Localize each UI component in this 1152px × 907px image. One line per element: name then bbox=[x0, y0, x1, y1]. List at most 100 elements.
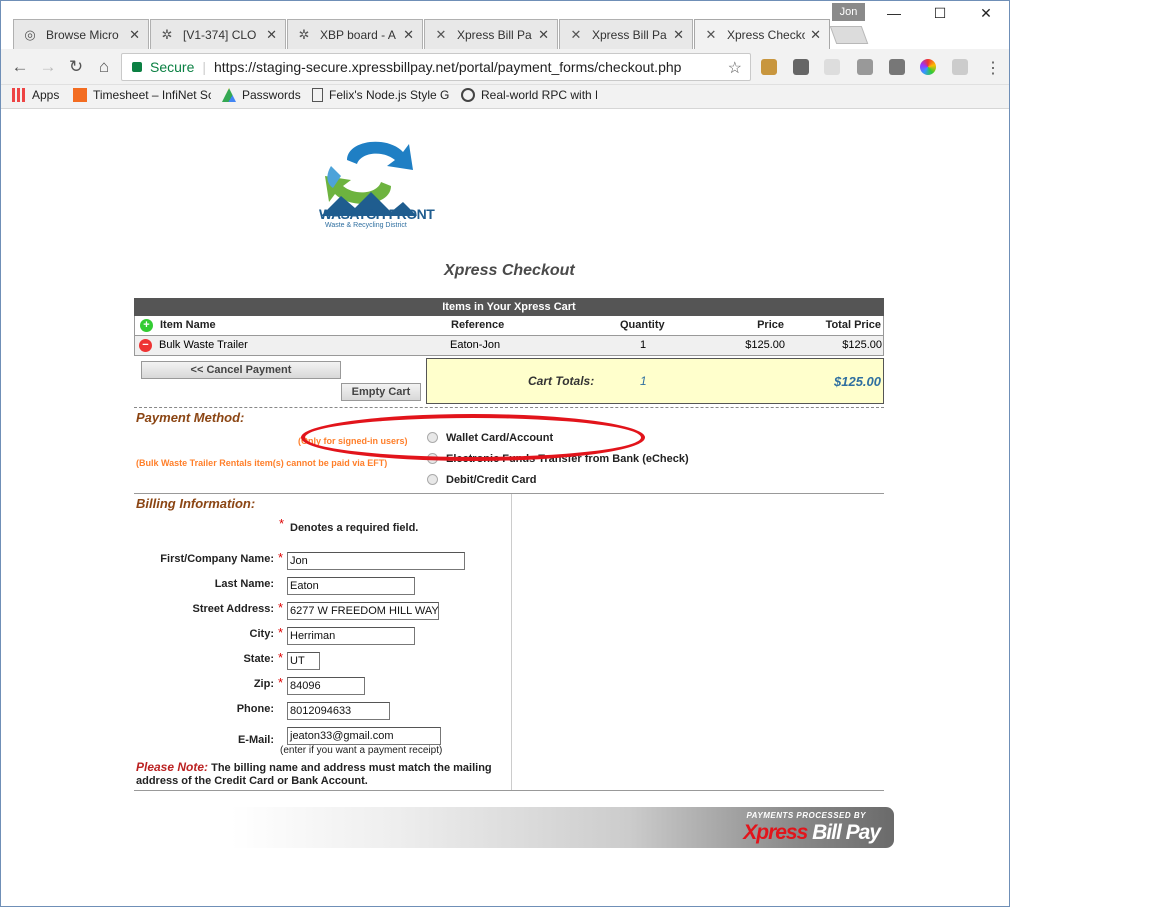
bookmark-rpc[interactable]: Real-world RPC with F bbox=[461, 88, 597, 102]
tab-xbp-1[interactable]: ✕ Xpress Bill Pa ✕ bbox=[424, 19, 558, 49]
color-picker-icon[interactable] bbox=[920, 59, 936, 75]
new-tab-button[interactable] bbox=[829, 26, 869, 44]
xbp-icon: ✕ bbox=[435, 26, 447, 42]
add-item-icon[interactable]: + bbox=[140, 319, 153, 332]
close-icon[interactable]: ✕ bbox=[129, 27, 140, 43]
email-field[interactable]: jeaton33@gmail.com bbox=[287, 727, 441, 745]
bookmark-label: Real-world RPC with F bbox=[481, 88, 597, 102]
extension-icon[interactable] bbox=[952, 59, 968, 75]
page-content: WASATCH FRONT Waste & Recycling District… bbox=[1, 110, 1009, 906]
close-icon[interactable]: ✕ bbox=[810, 27, 821, 43]
eft-note: (Bulk Waste Trailer Rentals item(s) cann… bbox=[136, 458, 388, 468]
minimize-icon[interactable]: — bbox=[871, 5, 917, 21]
apps-grid-icon bbox=[12, 88, 26, 102]
cart-table: Items in Your Xpress Cart + Item Name Re… bbox=[134, 298, 884, 356]
tab-xpress-checkout[interactable]: ✕ Xpress Checko ✕ bbox=[694, 19, 830, 49]
reader-icon[interactable] bbox=[824, 59, 840, 75]
col-item-name: Item Name bbox=[160, 319, 216, 331]
angular-icon[interactable] bbox=[793, 59, 809, 75]
address-bar[interactable]: Secure | https://staging-secure.xpressbi… bbox=[121, 53, 751, 81]
tab-jira-v1[interactable]: ✲ [V1-374] CLO ✕ bbox=[150, 19, 286, 49]
cancel-payment-button[interactable]: << Cancel Payment bbox=[141, 361, 341, 379]
billing-heading: Billing Information: bbox=[136, 496, 256, 511]
tab-label: XBP board - A bbox=[320, 27, 396, 42]
back-icon[interactable]: ← bbox=[9, 56, 31, 78]
reload-icon[interactable]: ↻ bbox=[65, 56, 87, 78]
extension-icon[interactable] bbox=[857, 59, 873, 75]
close-window-icon[interactable]: ✕ bbox=[963, 5, 1009, 22]
payment-method-heading: Payment Method: bbox=[136, 410, 245, 425]
item-name: Bulk Waste Trailer bbox=[159, 339, 248, 351]
bookmark-apps[interactable]: Apps bbox=[12, 88, 59, 102]
forward-icon[interactable]: → bbox=[37, 56, 59, 78]
last-name-field[interactable]: Eaton bbox=[287, 577, 415, 595]
required-asterisk: * bbox=[278, 625, 284, 640]
divider bbox=[134, 493, 884, 494]
browser-toolbar: ← → ↻ ⌂ Secure | https://staging-secure.… bbox=[1, 49, 1009, 85]
bookmarks-bar: Apps Timesheet – InfiNet Sc Passwords Fe… bbox=[1, 85, 1009, 109]
divider: | bbox=[202, 59, 206, 75]
maximize-icon[interactable]: ☐ bbox=[917, 5, 963, 22]
tab-xbp-2[interactable]: ✕ Xpress Bill Pa ✕ bbox=[559, 19, 693, 49]
state-label: State: bbox=[243, 653, 274, 665]
cart-totals-amount: $125.00 bbox=[834, 374, 881, 389]
close-icon[interactable]: ✕ bbox=[403, 27, 414, 43]
bookmark-label: Apps bbox=[32, 88, 60, 102]
item-reference: Eaton-Jon bbox=[450, 339, 501, 351]
bookmark-timesheet[interactable]: Timesheet – InfiNet Sc bbox=[73, 88, 211, 102]
last-name-label: Last Name: bbox=[214, 578, 274, 590]
city-field[interactable]: Herriman bbox=[287, 627, 415, 645]
tab-label: Xpress Bill Pa bbox=[592, 27, 667, 42]
xbp-icon: ✕ bbox=[705, 26, 717, 42]
remove-item-icon[interactable]: − bbox=[139, 339, 152, 352]
phone-field[interactable]: 8012094633 bbox=[287, 702, 390, 720]
divider bbox=[134, 790, 884, 791]
required-note: Denotes a required field. bbox=[290, 522, 419, 534]
bookmark-passwords[interactable]: Passwords bbox=[222, 88, 301, 102]
tab-xbp-board[interactable]: ✲ XBP board - A ✕ bbox=[287, 19, 423, 49]
close-icon[interactable]: ✕ bbox=[266, 27, 277, 43]
extension-icon[interactable] bbox=[761, 59, 777, 75]
xbp-icon: ✕ bbox=[570, 26, 582, 42]
email-label: E-Mail: bbox=[237, 734, 274, 746]
drive-icon bbox=[222, 88, 236, 102]
phone-label: Phone: bbox=[236, 703, 274, 715]
first-name-label: First/Company Name: bbox=[160, 553, 274, 565]
radio-card-label: Debit/Credit Card bbox=[446, 474, 537, 486]
divider bbox=[511, 494, 512, 790]
item-quantity: 1 bbox=[640, 339, 647, 351]
state-field[interactable]: UT bbox=[287, 652, 320, 670]
empty-cart-button[interactable]: Empty Cart bbox=[341, 383, 421, 401]
first-name-field[interactable]: Jon bbox=[287, 552, 465, 570]
item-price: $125.00 bbox=[745, 339, 785, 351]
cart-totals: Cart Totals: 1 $125.00 bbox=[426, 358, 884, 404]
cart-totals-qty: 1 bbox=[640, 374, 647, 388]
home-icon[interactable]: ⌂ bbox=[93, 56, 115, 78]
tab-label: [V1-374] CLO bbox=[183, 27, 257, 42]
bookmark-label: Passwords bbox=[242, 88, 301, 102]
item-total: $125.00 bbox=[842, 339, 882, 351]
email-hint: (enter if you want a payment receipt) bbox=[280, 745, 443, 756]
menu-icon[interactable]: ⋮ bbox=[985, 58, 1001, 78]
red-highlight-annotation bbox=[301, 414, 645, 461]
bookmark-felix[interactable]: Felix's Node.js Style G bbox=[312, 88, 461, 102]
radio-card[interactable] bbox=[427, 474, 438, 485]
bookmark-star-icon[interactable]: ☆ bbox=[728, 58, 742, 78]
page-title: Xpress Checkout bbox=[444, 262, 575, 279]
tab-browse-micro[interactable]: ◎ Browse Micro ✕ bbox=[13, 19, 149, 49]
cart-totals-label: Cart Totals: bbox=[528, 374, 595, 388]
street-field[interactable]: 6277 W FREEDOM HILL WAY bbox=[287, 602, 439, 620]
required-asterisk: * bbox=[278, 675, 284, 690]
tab-strip: ◎ Browse Micro ✕ ✲ [V1-374] CLO ✕ ✲ XBP … bbox=[1, 1, 1009, 49]
user-profile-badge[interactable]: Jon bbox=[832, 3, 865, 21]
close-icon[interactable]: ✕ bbox=[673, 27, 684, 43]
jira-icon: ✲ bbox=[298, 26, 310, 42]
close-icon[interactable]: ✕ bbox=[538, 27, 549, 43]
required-asterisk: * bbox=[278, 600, 284, 615]
jira-icon: ✲ bbox=[161, 26, 173, 42]
zip-field[interactable]: 84096 bbox=[287, 677, 365, 695]
col-total: Total Price bbox=[825, 319, 881, 331]
extension-icon[interactable] bbox=[889, 59, 905, 75]
tab-label: Xpress Checko bbox=[727, 27, 805, 42]
required-asterisk: * bbox=[278, 650, 284, 665]
